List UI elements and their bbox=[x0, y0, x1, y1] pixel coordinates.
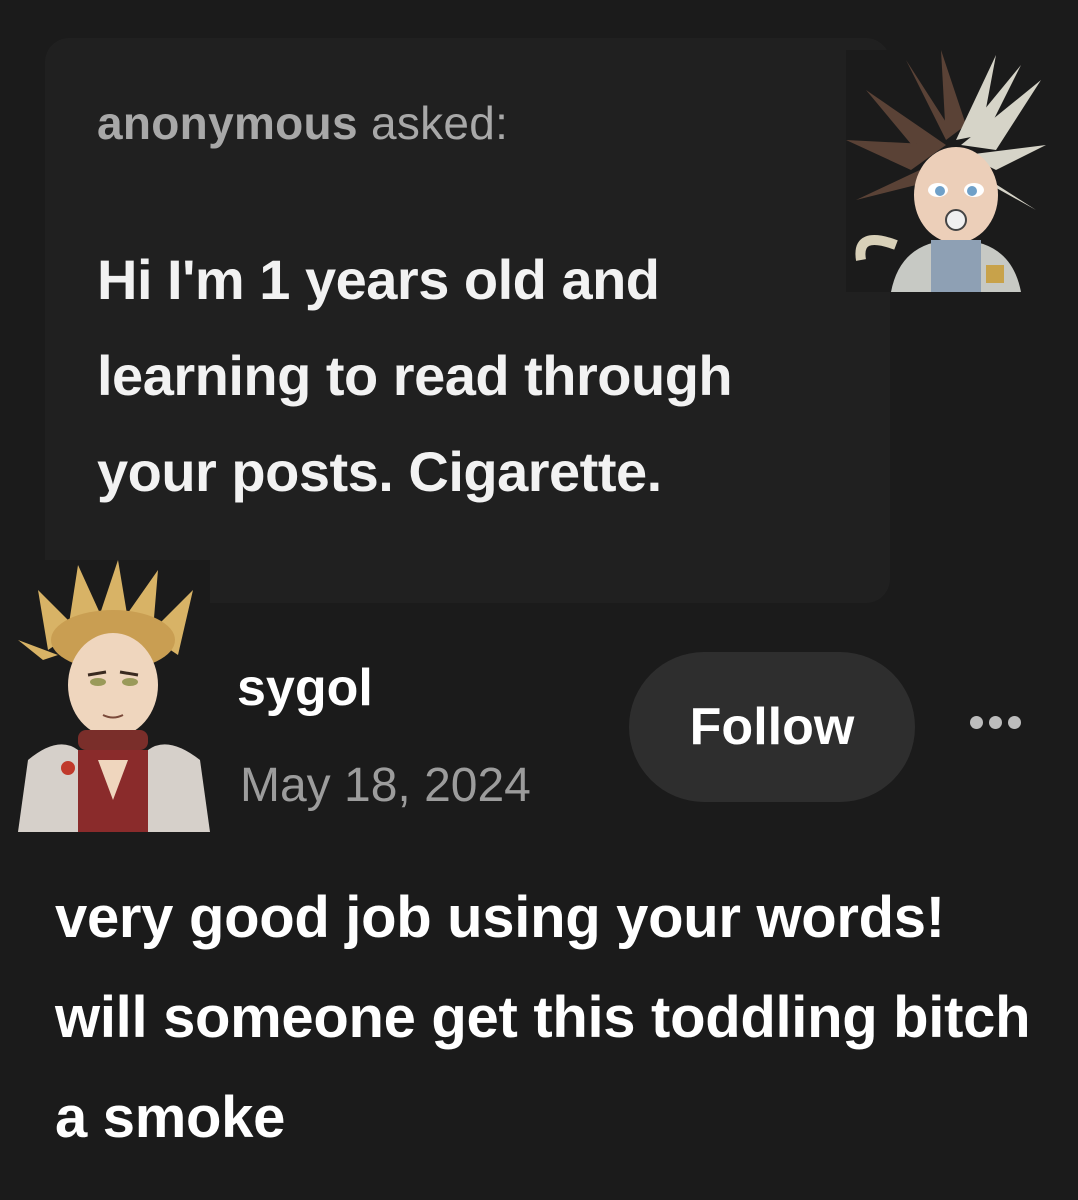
anonymous-avatar-image bbox=[846, 50, 1046, 292]
post-date[interactable]: May 18, 2024 bbox=[240, 758, 531, 813]
asked-label: asked: bbox=[370, 97, 509, 149]
asker-name[interactable]: anonymous bbox=[97, 97, 358, 149]
more-horizontal-icon[interactable] bbox=[955, 700, 1035, 744]
anonymous-avatar[interactable] bbox=[846, 50, 1046, 292]
blog-avatar-image bbox=[18, 560, 210, 832]
blog-avatar[interactable] bbox=[18, 560, 210, 832]
more-dot bbox=[969, 715, 983, 729]
answer-text: very good job using your words! will som… bbox=[55, 885, 1031, 1150]
follow-button[interactable]: Follow bbox=[629, 652, 915, 802]
ask-header: anonymous asked: bbox=[97, 96, 508, 150]
more-dot bbox=[1007, 715, 1021, 729]
more-dot bbox=[988, 715, 1002, 729]
blog-name[interactable]: sygol bbox=[237, 658, 373, 718]
question-text: Hi I'm 1 years old and learning to read … bbox=[97, 248, 733, 503]
